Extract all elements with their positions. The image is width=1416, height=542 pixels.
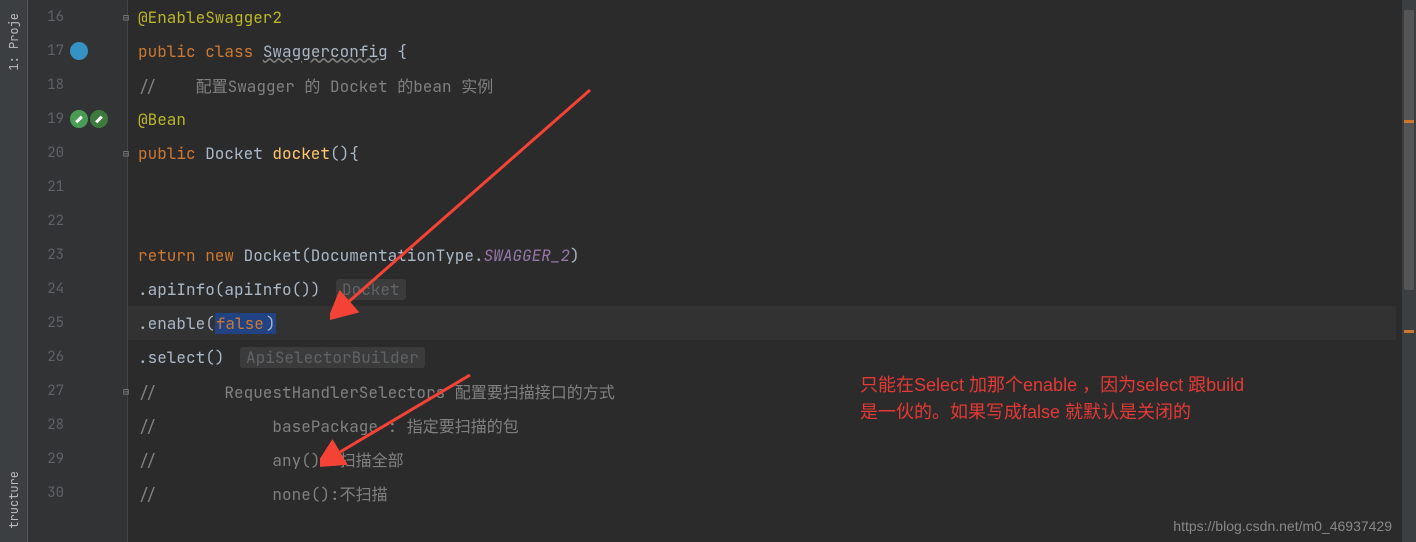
code-line: .apiInfo(apiInfo()) Docket [128,272,1396,306]
tool-window-bar-left: 1: Proje tructure [0,0,28,542]
tab-label: 1: Proje [6,13,22,71]
code-line: public class Swaggerconfig { [128,34,1396,68]
editor-gutter[interactable]: 16⊟ 17 18 19 20⊟ 21 22 23 24 25 26 27⊟ 2… [28,0,128,542]
editor-scrollbar[interactable] [1402,0,1416,542]
code-line [128,170,1396,204]
line-number: 28 [38,416,64,434]
type-hint: Docket [336,279,406,300]
scrollbar-thumb[interactable] [1404,10,1414,290]
spring-bean-icon[interactable] [90,110,108,128]
line-number: 27 [38,382,64,400]
spring-bean-icon[interactable] [70,110,88,128]
structure-tool-tab[interactable]: tructure [2,463,26,537]
code-line: @Bean [128,102,1396,136]
code-line [128,204,1396,238]
line-number: 20 [38,144,64,162]
scrollbar-error-mark[interactable] [1404,330,1414,333]
watermark-text: https://blog.csdn.net/m0_46937429 [1173,518,1392,534]
line-number: 29 [38,450,64,468]
scrollbar-error-mark[interactable] [1404,120,1414,123]
code-line: public Docket docket(){ [128,136,1396,170]
line-number: 26 [38,348,64,366]
line-number: 22 [38,212,64,230]
code-line-current: .enable(false) [128,306,1396,340]
type-hint: ApiSelectorBuilder [240,347,425,368]
code-line: .select() ApiSelectorBuilder [128,340,1396,374]
code-line: // any() :扫描全部 [128,442,1396,476]
line-number: 25 [38,314,64,332]
line-number: 17 [38,42,64,60]
code-line: // none():不扫描 [128,476,1396,510]
code-line: // 配置Swagger 的 Docket 的bean 实例 [128,68,1396,102]
code-editor[interactable]: @EnableSwagger2 public class Swaggerconf… [128,0,1396,542]
line-number: 24 [38,280,64,298]
tab-label: tructure [6,471,22,529]
code-line: @EnableSwagger2 [128,0,1396,34]
line-number: 21 [38,178,64,196]
annotation-callout: 只能在Select 加那个enable ，因为select 跟build 是一伙… [860,372,1244,426]
line-number: 19 [38,110,64,128]
code-line: return new Docket(DocumentationType.SWAG… [128,238,1396,272]
line-number: 23 [38,246,64,264]
project-tool-tab[interactable]: 1: Proje [2,5,26,79]
line-number: 30 [38,484,64,502]
line-number: 18 [38,76,64,94]
line-number: 16 [38,8,64,26]
bean-icon[interactable] [70,42,88,60]
